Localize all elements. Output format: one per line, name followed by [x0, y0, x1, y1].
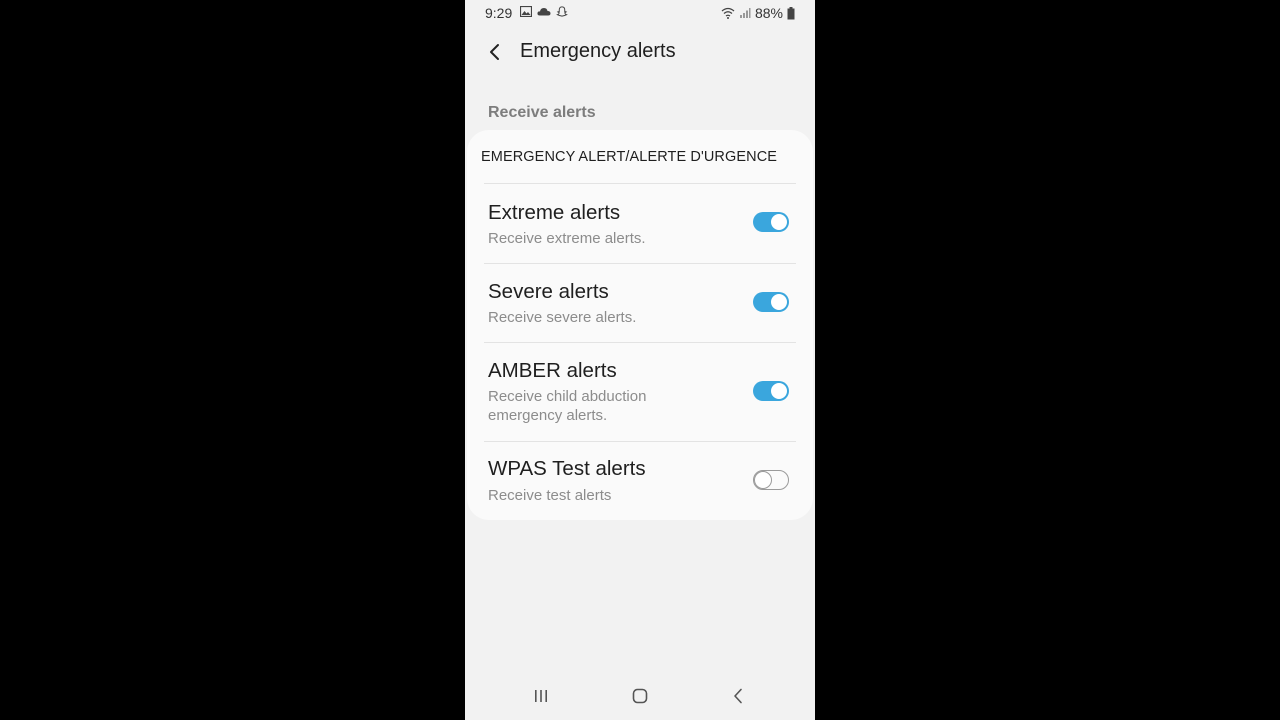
battery-icon	[787, 6, 795, 19]
page-title: Emergency alerts	[520, 40, 676, 62]
row-subtitle: Receive test alerts	[488, 487, 612, 504]
wpas-test-alerts-toggle[interactable]	[753, 470, 789, 490]
toggle-knob	[754, 470, 772, 489]
section-header: Receive alerts	[488, 104, 596, 121]
wpas-test-alerts-row[interactable]: WPAS Test alerts Receive test alerts	[467, 442, 813, 518]
recents-icon	[535, 690, 547, 702]
row-title: WPAS Test alerts	[488, 457, 646, 480]
row-subtitle: Receive severe alerts.	[488, 309, 637, 326]
card-title: EMERGENCY ALERT/ALERTE D'URGENCE	[481, 149, 778, 165]
signal-icon	[739, 8, 751, 18]
gallery-icon	[520, 6, 532, 17]
severe-alerts-toggle[interactable]	[753, 292, 789, 312]
row-title: Severe alerts	[488, 280, 609, 303]
wifi-icon	[721, 7, 735, 19]
status-right: 88%	[721, 5, 795, 21]
alerts-card: EMERGENCY ALERT/ALERTE D'URGENCE Extreme…	[467, 130, 813, 520]
snapchat-icon	[556, 6, 568, 17]
severe-alerts-row[interactable]: Severe alerts Receive severe alerts.	[467, 264, 813, 342]
navigation-bar	[465, 672, 815, 720]
home-icon	[632, 688, 648, 704]
nav-back-button[interactable]	[718, 680, 758, 712]
row-title: Extreme alerts	[488, 201, 621, 224]
home-button[interactable]	[620, 680, 660, 712]
toggle-knob	[770, 293, 788, 311]
row-subtitle: Receive child abduction emergency alerts…	[488, 388, 647, 424]
recents-button[interactable]	[521, 680, 561, 712]
back-button[interactable]	[479, 36, 511, 68]
amber-alerts-row[interactable]: AMBER alerts Receive child abduction eme…	[467, 343, 813, 441]
amber-alerts-toggle[interactable]	[753, 381, 789, 401]
extreme-alerts-toggle[interactable]	[753, 212, 789, 232]
notification-icons	[520, 6, 568, 17]
nav-back-icon	[734, 688, 742, 704]
toggle-knob	[770, 382, 788, 400]
row-title: AMBER alerts	[488, 359, 617, 382]
arrow-left-icon	[490, 44, 499, 60]
status-bar: 9:29 88%	[465, 0, 815, 26]
extreme-alerts-row[interactable]: Extreme alerts Receive extreme alerts.	[467, 184, 813, 263]
battery-percent: 88%	[754, 5, 783, 21]
toggle-knob	[770, 213, 788, 231]
cloud-icon	[537, 8, 551, 16]
row-subtitle: Receive extreme alerts.	[488, 230, 646, 247]
phone-screen: 9:29 88% Emergency alerts Receive alerts…	[465, 0, 815, 720]
status-time: 9:29	[485, 5, 513, 21]
app-header: Emergency alerts	[465, 26, 815, 78]
